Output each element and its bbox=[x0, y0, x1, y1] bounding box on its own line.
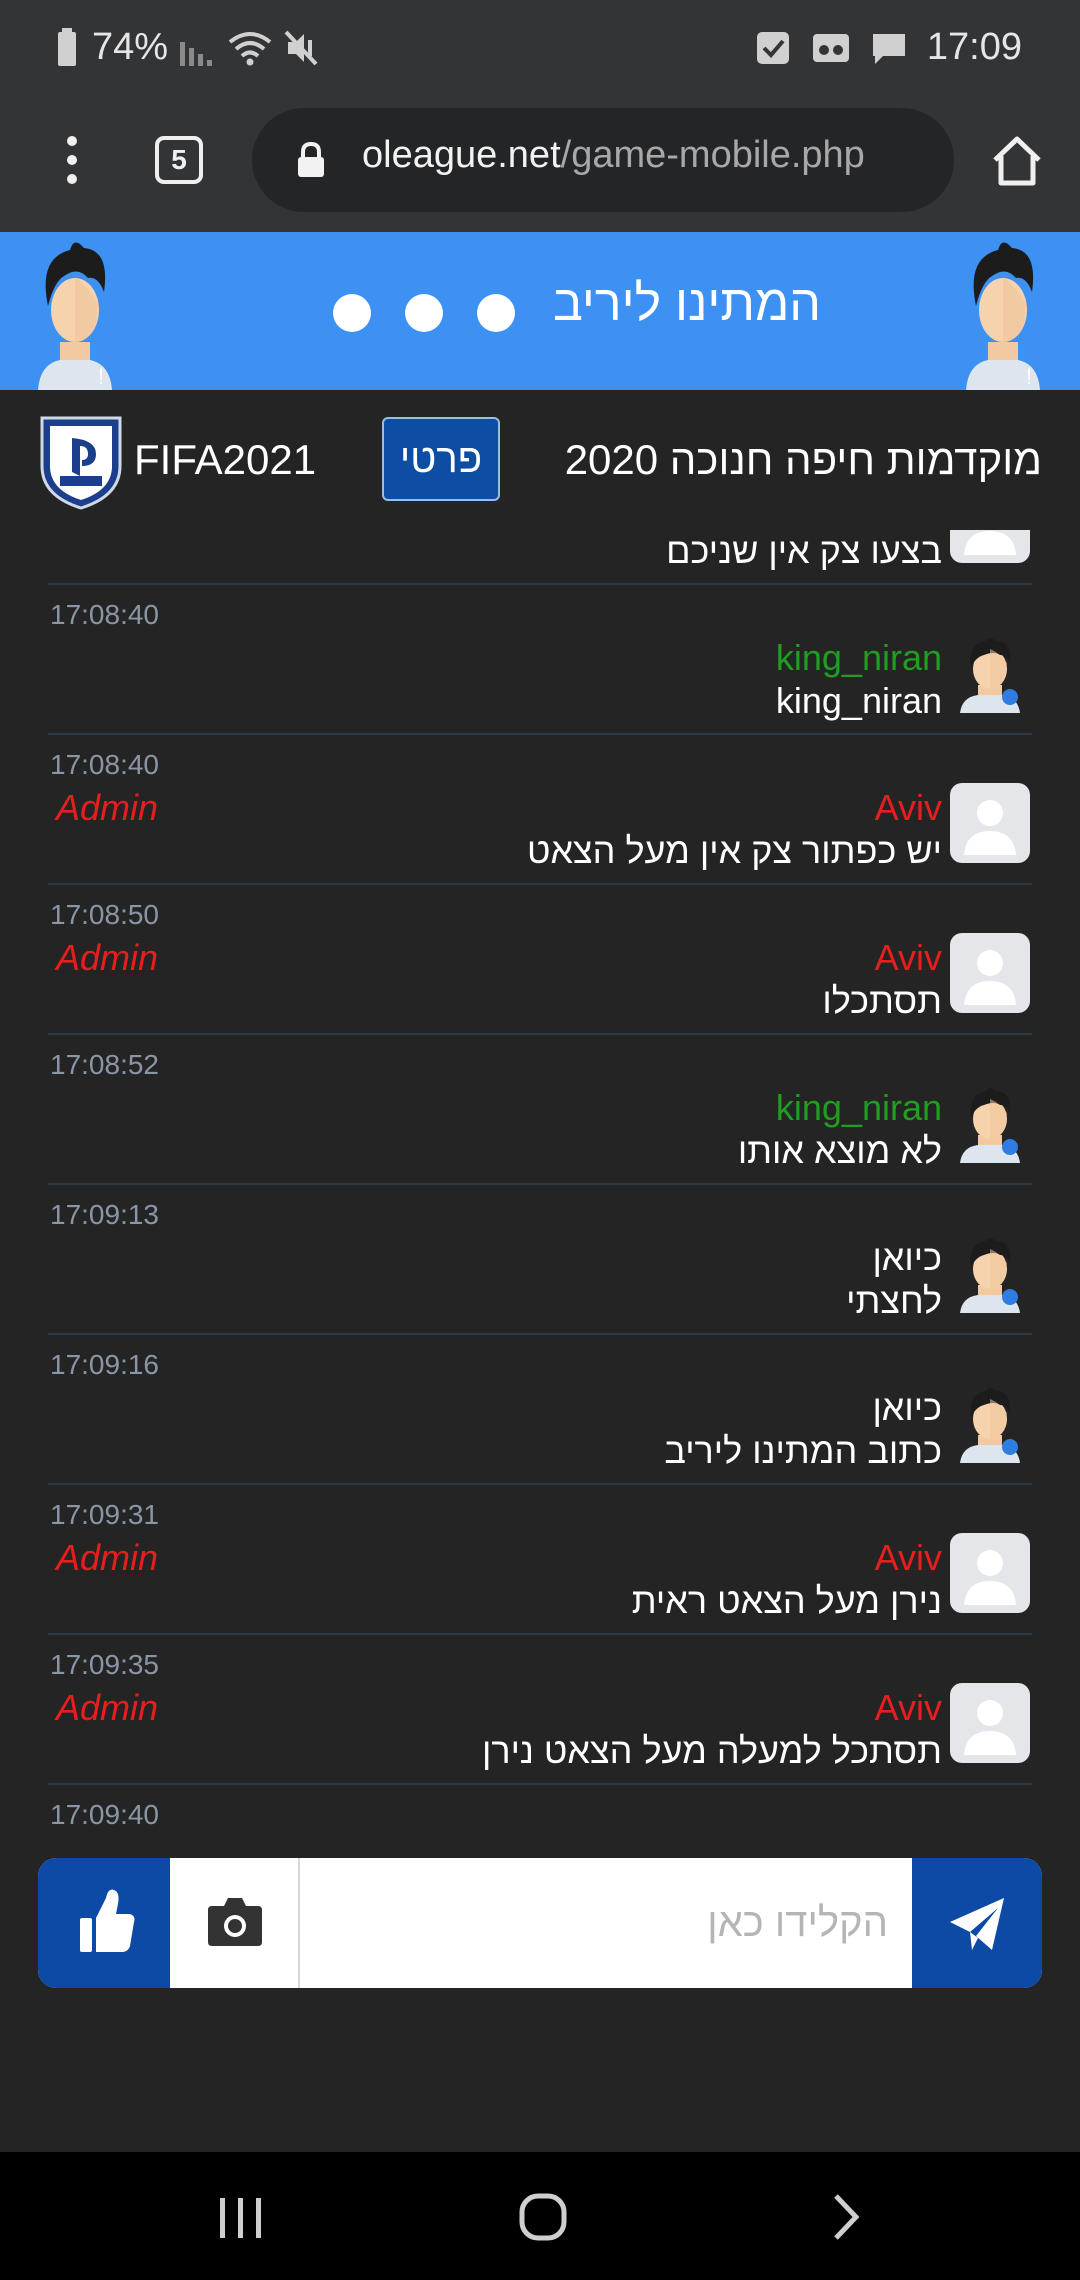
chat-message: 17:08:40 Admin Aviv יש כפתור צק אין מעל … bbox=[48, 735, 1032, 885]
mute-icon bbox=[284, 30, 318, 65]
message-author[interactable]: Aviv bbox=[875, 787, 942, 829]
user-avatar bbox=[950, 1083, 1030, 1163]
player-avatar-right: ! bbox=[966, 242, 1040, 390]
message-composer bbox=[38, 1858, 1042, 1988]
chat-message: 17:08:40 king_niran king_niran bbox=[48, 585, 1032, 735]
chat-message: 17:09:13 כיואן לחצתי bbox=[48, 1185, 1032, 1335]
battery-icon bbox=[58, 27, 76, 66]
message-time: 17:09:13 bbox=[50, 1199, 159, 1230]
chat-message: 17:09:31 Admin Aviv נירן מעל הצאט ראית bbox=[48, 1485, 1032, 1635]
browser-toolbar: 5 oleague.net/game-mobile.php bbox=[0, 100, 1080, 232]
user-avatar bbox=[950, 1233, 1030, 1313]
thumbs-up-icon bbox=[80, 1889, 135, 1952]
user-avatar bbox=[950, 1533, 1030, 1613]
url-text: oleague.net/game-mobile.php bbox=[362, 134, 865, 177]
chat-message: 17:09:16 כיואן כתוב המתינו ליריב bbox=[48, 1335, 1032, 1485]
camera-button[interactable] bbox=[170, 1858, 300, 1988]
chat-message: 17:08:50 Admin Aviv תסתכלו bbox=[48, 885, 1032, 1035]
message-input[interactable] bbox=[300, 1858, 912, 1988]
message-author[interactable]: כיואן bbox=[872, 1237, 942, 1279]
message-time: 17:09:16 bbox=[50, 1349, 159, 1380]
checkbox-notification-icon bbox=[756, 31, 789, 64]
message-time: 17:09:35 bbox=[50, 1649, 159, 1680]
message-text: לא מוצא אותו bbox=[737, 1130, 942, 1171]
signal-icon bbox=[180, 41, 213, 66]
message-text: king_niran bbox=[775, 680, 942, 721]
message-author[interactable]: king_niran bbox=[776, 1087, 942, 1129]
message-author[interactable]: Aviv bbox=[875, 1537, 942, 1579]
back-icon[interactable] bbox=[810, 2182, 880, 2252]
camera-icon bbox=[208, 1898, 262, 1946]
game-name: FIFA2021 bbox=[134, 436, 317, 483]
details-button[interactable]: פרטי bbox=[382, 417, 500, 501]
message-text: לחצתי bbox=[846, 1280, 942, 1321]
menu-kebab-icon[interactable] bbox=[60, 136, 84, 196]
message-author[interactable]: king_niran bbox=[776, 637, 942, 679]
recent-apps-icon[interactable] bbox=[206, 2182, 276, 2252]
waiting-banner: ! המתינו ליריב ! bbox=[0, 232, 1080, 390]
admin-badge: Admin bbox=[56, 1687, 159, 1728]
url-domain: oleague.net bbox=[362, 134, 561, 176]
admin-badge: Admin bbox=[56, 1537, 159, 1578]
message-text: תסתכל למעלה מעל הצאט נירן bbox=[481, 1730, 942, 1771]
message-time: 17:09:31 bbox=[50, 1499, 159, 1530]
user-avatar bbox=[950, 633, 1030, 713]
send-button[interactable] bbox=[912, 1858, 1042, 1988]
user-avatar bbox=[950, 1683, 1030, 1763]
user-avatar bbox=[950, 530, 1030, 563]
address-bar[interactable]: oleague.net/game-mobile.php bbox=[252, 108, 954, 212]
paper-plane-icon bbox=[950, 1898, 1004, 1950]
message-text: נירן מעל הצאט ראית bbox=[631, 1580, 942, 1621]
clock: 17:09 bbox=[926, 26, 1022, 68]
system-navigation-bar bbox=[0, 2152, 1080, 2280]
status-right: 17:09 bbox=[753, 26, 1022, 69]
message-text: בצעו צק אין שניכם bbox=[666, 530, 942, 571]
svg-text:!: ! bbox=[1026, 364, 1032, 389]
svg-text:!: ! bbox=[98, 364, 104, 389]
tournament-name: מוקדמות חיפה חנוכה 2020 bbox=[564, 436, 1042, 483]
status-bar: 74% 17:09 bbox=[0, 0, 1080, 100]
like-button[interactable] bbox=[38, 1858, 170, 1988]
message-notification-icon bbox=[872, 33, 905, 64]
message-time: 17:08:50 bbox=[50, 899, 159, 930]
user-avatar bbox=[950, 1383, 1030, 1463]
message-time: 17:08:52 bbox=[50, 1049, 159, 1080]
game-info-row: FIFA2021 פרטי מוקדמות חיפה חנוכה 2020 bbox=[0, 390, 1080, 530]
message-time: 17:08:40 bbox=[50, 599, 159, 630]
message-author[interactable]: Aviv bbox=[875, 1687, 942, 1729]
user-avatar bbox=[950, 933, 1030, 1013]
user-avatar bbox=[950, 783, 1030, 863]
admin-badge: Admin bbox=[56, 937, 159, 978]
waiting-title: המתינו ליריב bbox=[553, 275, 821, 331]
chat-message-partial-bottom: 17:09:40 bbox=[48, 1785, 1032, 1830]
lock-icon bbox=[298, 142, 324, 177]
chat-log[interactable]: בצעו צק אין שניכם 17:08:40 king_niran ki… bbox=[0, 530, 1080, 1830]
message-time: 17:08:40 bbox=[50, 749, 159, 780]
message-text: יש כפתור צק אין מעל הצאט bbox=[526, 830, 942, 871]
message-text: כתוב המתינו ליריב bbox=[664, 1430, 942, 1471]
chat-message: 17:08:52 king_niran לא מוצא אותו bbox=[48, 1035, 1032, 1185]
wifi-icon bbox=[228, 31, 272, 65]
home-nav-icon[interactable] bbox=[508, 2182, 578, 2252]
message-author[interactable]: Aviv bbox=[875, 937, 942, 979]
message-time: 17:09:40 bbox=[50, 1799, 159, 1830]
player-avatar-left: ! bbox=[38, 242, 112, 390]
admin-badge: Admin bbox=[56, 787, 159, 828]
home-icon[interactable] bbox=[990, 134, 1044, 188]
league-logo bbox=[40, 416, 122, 510]
status-left: 74% bbox=[58, 26, 322, 69]
voicemail-notification-icon bbox=[812, 33, 849, 62]
message-text: תסתכלו bbox=[822, 980, 942, 1021]
loading-dots bbox=[333, 294, 515, 332]
chat-message: 17:09:35 Admin Aviv תסתכל למעלה מעל הצאט… bbox=[48, 1635, 1032, 1785]
battery-level: 74% bbox=[92, 26, 169, 68]
url-path: /game-mobile.php bbox=[560, 134, 865, 176]
tab-switcher-button[interactable]: 5 bbox=[155, 136, 203, 184]
message-author[interactable]: כיואן bbox=[872, 1387, 942, 1429]
chat-message-partial: בצעו צק אין שניכם bbox=[48, 530, 1032, 585]
